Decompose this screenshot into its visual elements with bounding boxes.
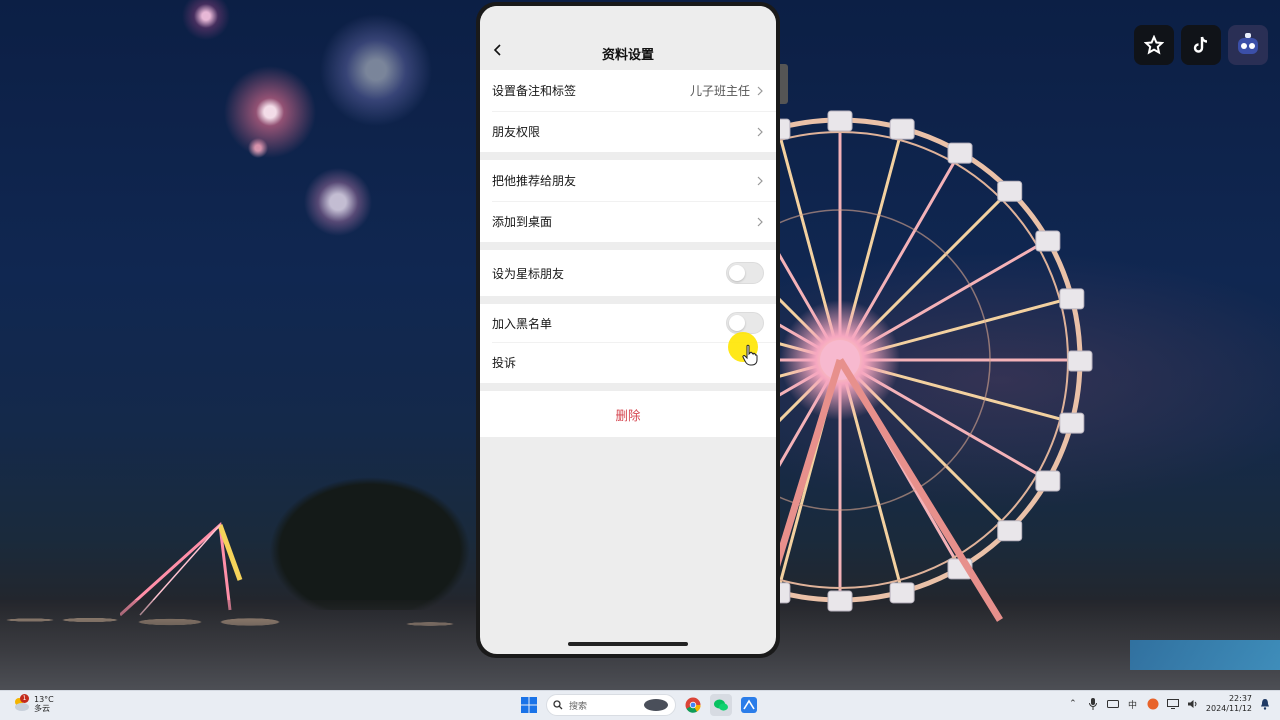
wechat-icon[interactable]: [710, 694, 732, 716]
search-placeholder: 搜索: [569, 701, 588, 712]
weather-desc: 多云: [34, 704, 50, 713]
chevron-right-icon: [757, 217, 763, 226]
wheel-cabin: [947, 142, 973, 164]
page-title: 资料设置: [601, 48, 654, 63]
keyboard-icon[interactable]: [1106, 697, 1120, 711]
chevron-right-icon: [757, 176, 763, 185]
settings-group-share: 把他推荐给朋友 添加到桌面: [480, 160, 776, 242]
row-label: 添加到桌面: [492, 215, 553, 229]
notification-bell-icon[interactable]: [1258, 697, 1272, 711]
wheel-cabin: [827, 110, 853, 132]
network-icon[interactable]: [1166, 697, 1180, 711]
row-label: 投诉: [492, 356, 517, 370]
settings-group-remark: 设置备注和标签 儿子班主任 朋友权限: [480, 70, 776, 152]
wheel-cabin: [997, 520, 1023, 542]
row-friend-permissions[interactable]: 朋友权限: [480, 111, 776, 152]
chevron-up-icon[interactable]: ⌃: [1066, 697, 1080, 711]
settings-group-star: 设为星标朋友: [480, 250, 776, 296]
taskbar: 1 13°C 多云 搜索 ⌃ 中 22:37 2024/11/12: [0, 690, 1280, 720]
phone-screen: 资料设置 设置备注和标签 儿子班主任 朋友权限 把他推荐给朋友 添加到桌面 设为…: [480, 6, 776, 654]
system-clock[interactable]: 22:37 2024/11/12: [1206, 694, 1252, 714]
wheel-cabin: [1067, 350, 1093, 372]
row-label: 把他推荐给朋友: [492, 174, 577, 188]
wheel-cabin: [1059, 412, 1085, 434]
hand-cursor-icon: [742, 344, 758, 366]
chevron-right-icon: [757, 127, 763, 136]
row-add-to-desktop[interactable]: 添加到桌面: [480, 201, 776, 242]
clock-date: 2024/11/12: [1205, 704, 1252, 713]
row-value: 儿子班主任: [689, 84, 750, 98]
ferris-wheel: [700, 110, 1093, 622]
system-tray: ⌃ 中 22:37 2024/11/12: [1066, 694, 1272, 714]
row-label: 加入黑名单: [492, 316, 553, 331]
app-tray-icon[interactable]: [1146, 697, 1160, 711]
nav-bar: 资料设置: [480, 6, 776, 70]
wheel-cabin: [1035, 470, 1061, 492]
row-recommend-friend[interactable]: 把他推荐给朋友: [480, 160, 776, 201]
robot-avatar-icon[interactable]: [1228, 25, 1268, 65]
phone-frame: 资料设置 设置备注和标签 儿子班主任 朋友权限 把他推荐给朋友 添加到桌面 设为…: [476, 2, 780, 658]
taskbar-search[interactable]: 搜索: [546, 694, 676, 716]
clock-time: 22:37: [1228, 694, 1252, 703]
row-star-friend: 设为星标朋友: [480, 250, 776, 296]
wheel-cabin: [1059, 288, 1085, 310]
home-indicator: [568, 642, 688, 646]
app-store-icon[interactable]: [738, 694, 760, 716]
search-highlight-icon: [644, 699, 668, 711]
windows-start-icon[interactable]: [518, 694, 540, 716]
taskbar-center: 搜索: [518, 694, 760, 716]
chrome-icon[interactable]: [682, 694, 704, 716]
wheel-cabin: [1035, 230, 1061, 252]
wheel-cabin: [889, 582, 915, 604]
star-app-icon[interactable]: [1134, 25, 1174, 65]
tiktok-icon[interactable]: [1181, 25, 1221, 65]
row-label: 朋友权限: [492, 125, 541, 139]
blacklist-toggle[interactable]: [726, 312, 764, 334]
wheel-cabin: [997, 180, 1023, 202]
input-method-icon[interactable]: 中: [1126, 697, 1140, 711]
wallpaper-trees: [270, 470, 480, 610]
row-label: 设为星标朋友: [492, 266, 565, 281]
weather-badge: 1: [20, 694, 29, 703]
volume-icon[interactable]: [1186, 697, 1200, 711]
row-remark-tags[interactable]: 设置备注和标签 儿子班主任: [480, 70, 776, 111]
delete-button[interactable]: 删除: [480, 391, 776, 437]
chevron-right-icon: [757, 86, 763, 95]
star-friend-toggle[interactable]: [726, 262, 764, 284]
search-icon: [553, 700, 563, 710]
weather-widget[interactable]: 1 13°C 多云: [12, 694, 54, 713]
wheel-cabin: [889, 118, 915, 140]
microphone-icon[interactable]: [1086, 697, 1100, 711]
row-label: 设置备注和标签: [492, 84, 577, 98]
side-handle[interactable]: [780, 64, 788, 104]
weather-temp: 13°C: [34, 695, 54, 704]
wheel-cabin: [827, 590, 853, 612]
svg-text:中: 中: [1128, 699, 1137, 709]
